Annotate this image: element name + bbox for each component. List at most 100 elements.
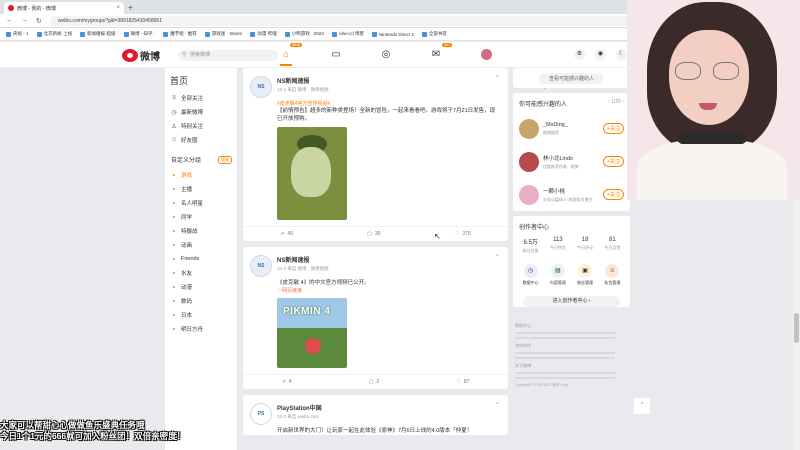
footer-section-title[interactable]: 关于微博 bbox=[515, 363, 628, 369]
post-image[interactable] bbox=[277, 127, 347, 220]
creator-stat[interactable]: 81 今日点赞 bbox=[604, 237, 620, 254]
post-image[interactable]: PIKMIN 4 bbox=[277, 298, 347, 368]
sidebar-group-item[interactable]: Friends bbox=[165, 252, 237, 266]
sidebar-group-label: 游戏 bbox=[181, 173, 193, 179]
message-nav-icon[interactable]: ✉ 99+ bbox=[428, 43, 452, 62]
enter-creator-center-button[interactable]: 进入创作者中心 › bbox=[523, 296, 620, 307]
suggestions-pager[interactable]: ‹ 1/20 › bbox=[608, 99, 624, 108]
bookmark-item[interactable]: 新闻播报·超级 bbox=[80, 31, 116, 37]
creator-stat[interactable]: 113 今日转发 bbox=[550, 237, 566, 254]
suggested-user-info: 一颗小桃 头条自媒体人·旅游知名博主 bbox=[543, 187, 599, 203]
bookmark-item[interactable]: cdw-ccl 博客 bbox=[331, 31, 364, 37]
post-menu-chevron-icon[interactable]: ⌄ bbox=[495, 399, 500, 406]
footer-section-title[interactable]: 合作伙伴 bbox=[515, 343, 628, 349]
profile-nav[interactable] bbox=[478, 46, 494, 62]
sidebar-group-item[interactable]: 主播 bbox=[165, 182, 237, 196]
suggested-user-name[interactable]: 林小北Lindo bbox=[543, 154, 599, 162]
footer-section-title[interactable]: 帮助中心 bbox=[515, 323, 628, 329]
avatar[interactable] bbox=[519, 184, 539, 205]
suggested-user-reason: 微博推荐 bbox=[543, 129, 559, 135]
sidebar-group-item[interactable]: 动漫 bbox=[165, 280, 237, 294]
bookmark-item[interactable]: 魔芋组 · 推荐 bbox=[163, 31, 197, 37]
avatar[interactable]: NS bbox=[250, 255, 272, 277]
post-menu-chevron-icon[interactable]: ⌄ bbox=[495, 72, 500, 79]
back-icon[interactable]: ← bbox=[6, 17, 13, 24]
forward-icon[interactable]: → bbox=[21, 17, 28, 24]
view-interested-button[interactable]: 查看可能感兴趣的人 bbox=[538, 72, 604, 84]
browser-tab[interactable]: 微博 - 我的 - 微博 × bbox=[4, 2, 124, 14]
sidebar-group-item[interactable]: 水友 bbox=[165, 266, 237, 280]
sidebar-home-title[interactable]: 首页 bbox=[165, 68, 237, 91]
reload-icon[interactable]: ↻ bbox=[36, 17, 42, 25]
bookmark-item[interactable]: 央视 - 1 bbox=[6, 31, 29, 37]
video-nav-icon[interactable]: ▭ bbox=[328, 46, 344, 62]
suggested-user-name[interactable]: 一颗小桃 bbox=[543, 187, 599, 195]
sidebar-group-item[interactable]: 日本 bbox=[165, 308, 237, 322]
post-web-link[interactable]: ◇网页链接 bbox=[277, 287, 500, 294]
like-button[interactable]: ♡ 375 bbox=[455, 231, 471, 237]
like-button[interactable]: ♡ 87 bbox=[456, 379, 469, 385]
follow-button[interactable]: +关注 bbox=[603, 156, 624, 167]
comment-button[interactable]: ▢ 39 bbox=[367, 231, 380, 237]
author-name[interactable]: NS新闻速报 bbox=[277, 76, 329, 85]
sidebar-group-item[interactable]: 动画 bbox=[165, 238, 237, 252]
avatar[interactable]: NS bbox=[250, 76, 272, 98]
scrollbar-thumb[interactable] bbox=[794, 313, 799, 343]
back-to-top-icon[interactable]: ⌃ bbox=[634, 398, 650, 414]
sidebar-item[interactable]: ≡ 全部关注 bbox=[165, 91, 237, 105]
bookmark-item[interactable]: Nintendo Direct 2 bbox=[372, 31, 414, 37]
bookmark-item[interactable]: 北京新闻·上线 bbox=[36, 31, 72, 37]
night-mode-icon[interactable]: ☾ bbox=[616, 49, 627, 60]
sidebar-group-item[interactable]: 同学 bbox=[165, 210, 237, 224]
search-input[interactable]: ⚲ 搜索微博 bbox=[178, 50, 278, 61]
sidebar-group-item[interactable]: 数码 bbox=[165, 294, 237, 308]
creator-stat[interactable]: 6.5万 粉丝总量 bbox=[523, 237, 539, 254]
follow-button[interactable]: +关注 bbox=[603, 189, 624, 200]
repost-button[interactable]: ⇗ 4 bbox=[282, 379, 292, 385]
creator-stat[interactable]: 18 今日评论 bbox=[577, 237, 593, 254]
creator-tool[interactable]: ☺ 私信管理 bbox=[604, 264, 620, 286]
post-author-info: NS新闻速报 12-2 来自 微博 · 微博视频 bbox=[277, 255, 329, 277]
bookmark-item[interactable]: 小鸭游戏 · 2023 bbox=[284, 31, 324, 37]
sidebar-item-icon: ≡ bbox=[172, 95, 176, 101]
bookmark-item[interactable]: 全部书签 bbox=[421, 31, 447, 37]
notification-icon[interactable]: ◉ bbox=[595, 49, 606, 60]
bookmark-item[interactable]: 动漫·哔哩 bbox=[250, 31, 277, 37]
settings-icon[interactable]: ⚙ bbox=[574, 49, 585, 60]
sidebar-item-icon: ◷ bbox=[171, 109, 177, 116]
sidebar-item[interactable]: ◷ 最新微博 bbox=[165, 105, 237, 119]
sidebar-group-item[interactable]: 特摄战 bbox=[165, 224, 237, 238]
bookmark-item[interactable]: 微博 - 知乎 · bbox=[123, 31, 155, 37]
post-hashtag[interactable]: #皮克敏4官方宣传视频# bbox=[277, 100, 500, 107]
repost-button[interactable]: ⇗ 49 bbox=[280, 231, 293, 237]
author-name[interactable]: PlayStation中国 bbox=[277, 403, 322, 412]
right-column: 查看可能感兴趣的人 你可能感兴趣的人 ‹ 1/20 › _MsDing_ 微博推荐… bbox=[513, 68, 630, 392]
avatar[interactable] bbox=[519, 151, 539, 172]
author-name[interactable]: NS新闻速报 bbox=[277, 255, 329, 264]
post-menu-chevron-icon[interactable]: ⌄ bbox=[495, 251, 500, 258]
post-meta: 12-2 来自 微博 · 微博视频 bbox=[277, 266, 329, 271]
suggested-user-name[interactable]: _MsDing_ bbox=[543, 122, 599, 128]
bookmark-label: 全部书签 bbox=[428, 31, 447, 36]
creator-tool[interactable]: ▤ 内容管理 bbox=[550, 264, 566, 286]
creator-tool[interactable]: ▣ 粉丝管理 bbox=[577, 264, 593, 286]
bookmark-item[interactable]: 游戏迷 · Steam bbox=[204, 31, 242, 37]
hot-nav-icon[interactable]: ◎ bbox=[378, 46, 394, 62]
manage-groups-button[interactable]: 管理 bbox=[218, 155, 232, 164]
creator-tool[interactable]: ◷ 数据中心 bbox=[523, 264, 539, 286]
sidebar-group-item[interactable]: 游戏 bbox=[165, 168, 237, 182]
weibo-logo[interactable]: 微博 bbox=[122, 48, 160, 63]
new-tab-icon[interactable]: + bbox=[128, 3, 133, 12]
sidebar-group-item[interactable]: 明日方舟 bbox=[165, 322, 237, 336]
comment-button[interactable]: ▢ 2 bbox=[369, 379, 380, 385]
url-field[interactable]: weibo.com/mygroups?gid=3891825410458051 bbox=[49, 15, 700, 26]
sidebar-item[interactable]: ☺ 好友圈 bbox=[165, 133, 237, 147]
close-tab-icon[interactable]: × bbox=[116, 5, 120, 11]
sidebar-item[interactable]: ♙ 特别关注 bbox=[165, 119, 237, 133]
home-nav-icon[interactable]: ⌂ NEW bbox=[278, 43, 302, 66]
avatar[interactable] bbox=[519, 118, 539, 139]
follow-button[interactable]: +关注 bbox=[603, 123, 624, 134]
bullet-icon bbox=[173, 300, 175, 302]
bookmark-icon bbox=[6, 31, 11, 37]
sidebar-group-item[interactable]: 名人明星 bbox=[165, 196, 237, 210]
